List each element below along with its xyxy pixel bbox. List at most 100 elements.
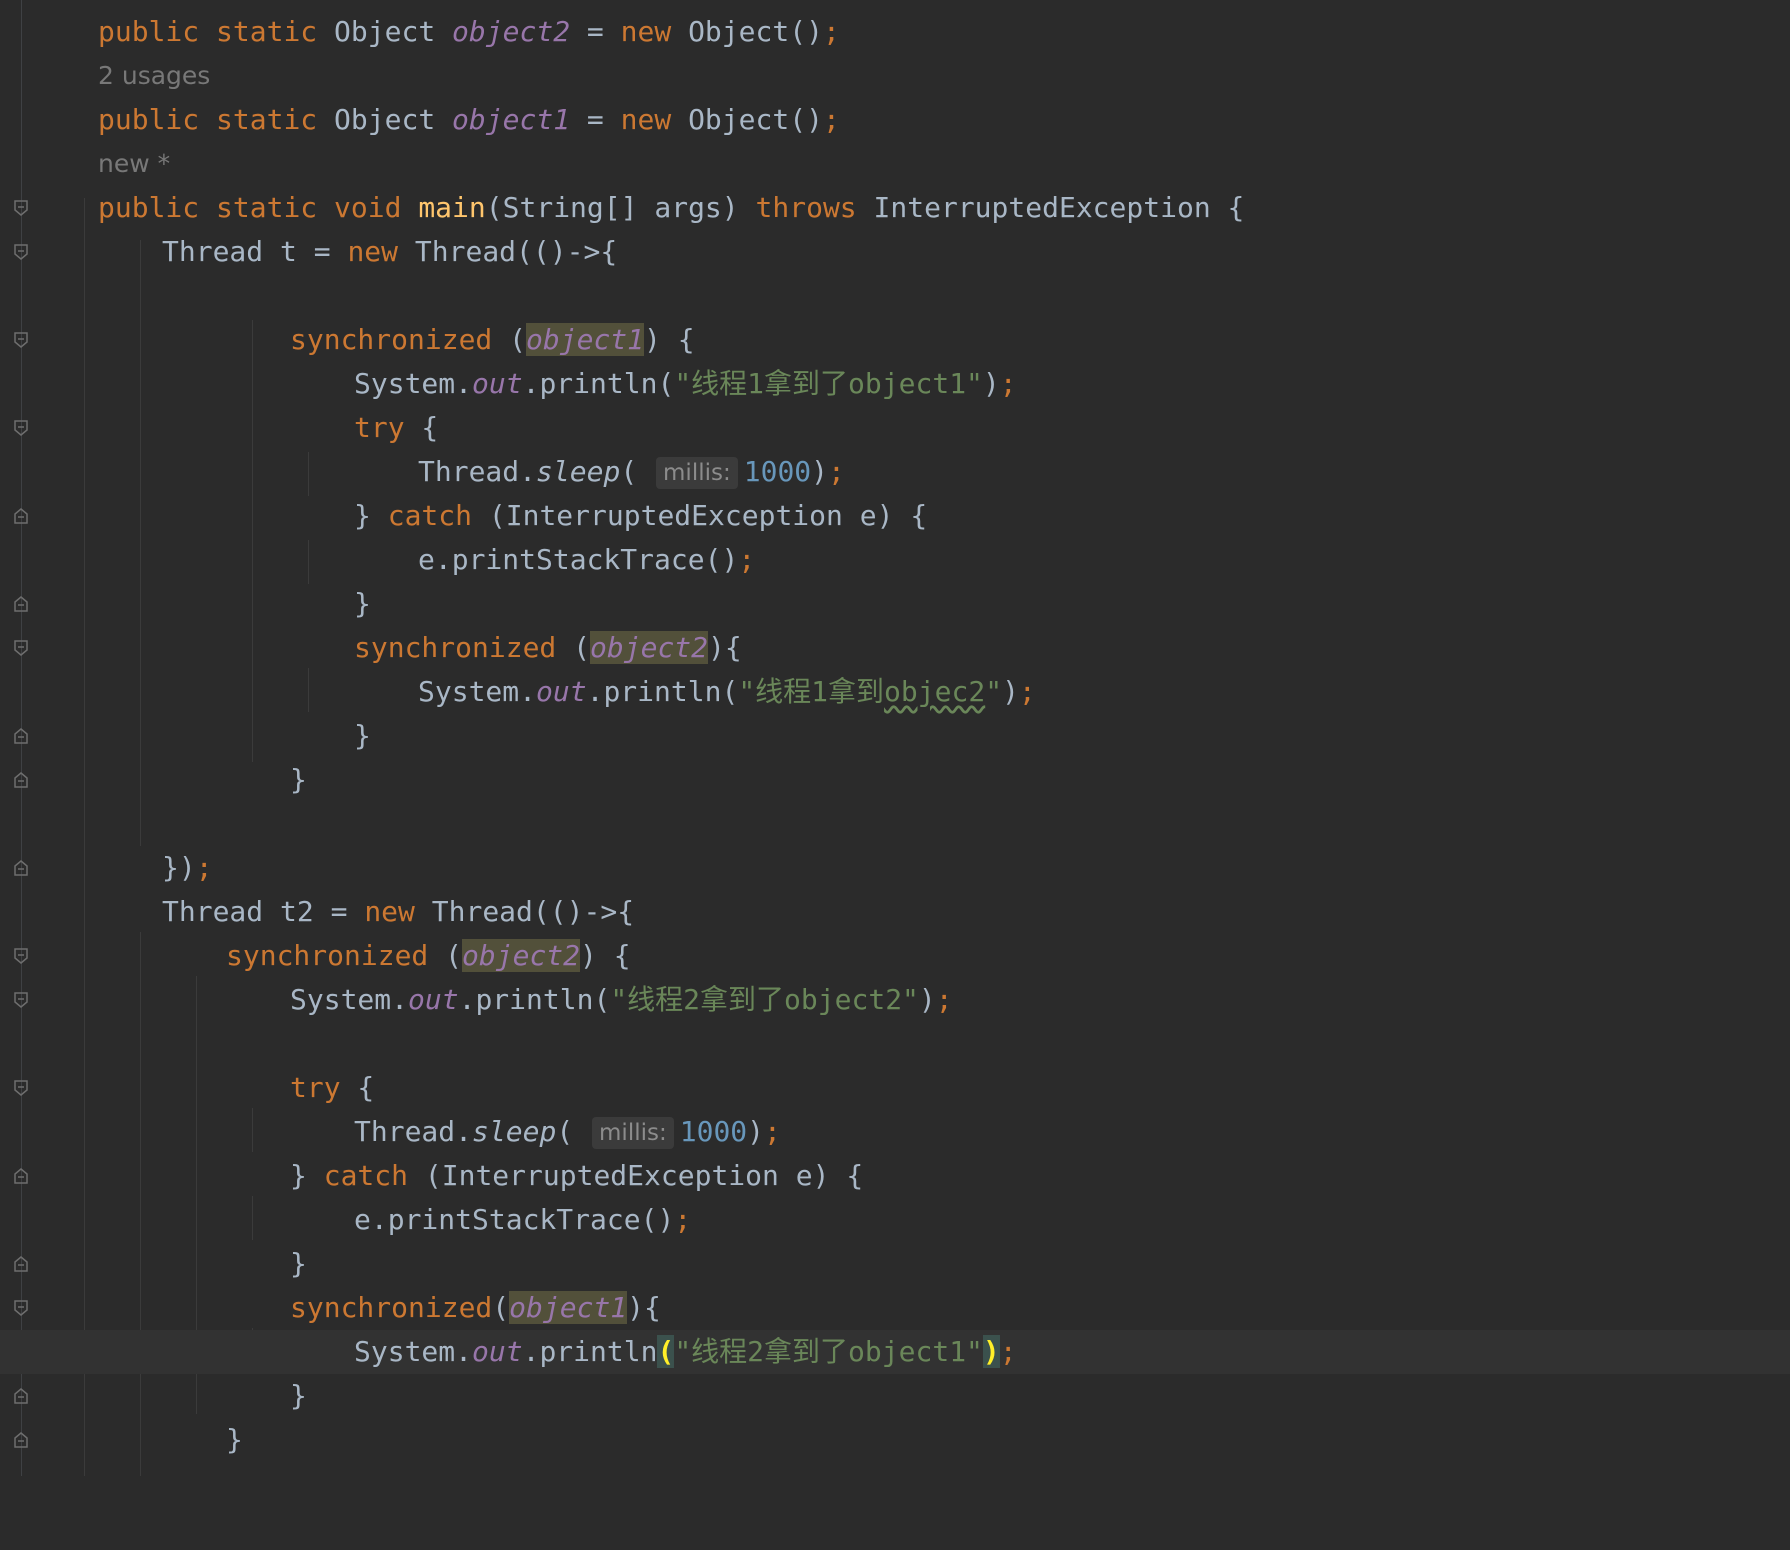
code-line[interactable]: System.out.println("线程1拿到objec2"); — [0, 670, 1790, 714]
code-line[interactable]: } — [0, 582, 1790, 626]
code-line[interactable]: } — [0, 714, 1790, 758]
method-println: println — [603, 675, 722, 708]
field-object2-decl[interactable]: object2 — [452, 15, 570, 48]
kw-new: new — [620, 15, 672, 48]
ref-object1[interactable]: object1 — [526, 323, 645, 356]
code-line[interactable]: } — [0, 1242, 1790, 1286]
kw-public: public — [98, 15, 200, 48]
method-println: println — [539, 367, 658, 400]
kw-static: static — [216, 103, 318, 136]
string-literal: "线程2拿到了object1" — [674, 1335, 983, 1368]
author-hint-line[interactable]: new * — [0, 142, 1790, 186]
usages-hint[interactable]: 2 usages — [98, 54, 210, 98]
code-line[interactable]: } catch (InterruptedException e) { — [0, 1154, 1790, 1198]
kw-throws: throws — [755, 191, 857, 224]
code-line[interactable]: } catch (InterruptedException e) { — [0, 494, 1790, 538]
ref-object1[interactable]: object1 — [509, 1291, 628, 1324]
code-line[interactable]: } — [0, 758, 1790, 802]
code-line[interactable]: Thread.sleep( millis: 1000); — [0, 450, 1790, 494]
kw-try: try — [290, 1071, 341, 1104]
code-line[interactable]: try { — [0, 406, 1790, 450]
type-interrupted-exception: InterruptedException — [505, 499, 843, 532]
ref-object2[interactable]: object2 — [462, 939, 581, 972]
method-sleep: sleep — [536, 455, 621, 488]
string-literal-end: " — [985, 675, 1003, 708]
code-line[interactable]: try { — [0, 1066, 1790, 1110]
kw-void: void — [334, 191, 402, 224]
code-line[interactable]: } — [0, 1374, 1790, 1418]
field-object1-decl[interactable]: object1 — [452, 103, 570, 136]
string-literal: "线程2拿到了object2" — [610, 983, 919, 1016]
field-out: out — [472, 1335, 523, 1368]
kw-new: new — [364, 895, 415, 928]
string-literal: "线程1拿到了object1" — [674, 367, 983, 400]
matched-paren-close: ) — [982, 1335, 1000, 1368]
code-line[interactable]: System.out.println("线程2拿到了object2"); — [0, 978, 1790, 1022]
kw-catch: catch — [323, 1159, 409, 1192]
type-thread: Thread — [162, 895, 264, 928]
code-line[interactable]: System.out.println("线程1拿到了object1"); — [0, 362, 1790, 406]
var-t: t — [280, 235, 297, 268]
code-line[interactable]: synchronized (object2){ — [0, 626, 1790, 670]
code-line[interactable]: synchronized (object1) { — [0, 318, 1790, 362]
type-object: Object — [688, 15, 790, 48]
string-literal: "线程1拿到 — [738, 675, 885, 708]
code-line[interactable]: public static void main(String[] args) t… — [0, 186, 1790, 230]
param-args: args — [654, 191, 722, 224]
kw-try: try — [354, 411, 405, 444]
kw-new: new — [347, 235, 399, 268]
code-line[interactable]: synchronized (object2) { — [0, 934, 1790, 978]
ref-object2[interactable]: object2 — [590, 631, 709, 664]
kw-synchronized: synchronized — [226, 939, 429, 972]
field-out: out — [408, 983, 459, 1016]
number-literal: 1000 — [743, 455, 812, 488]
kw-synchronized: synchronized — [290, 323, 493, 356]
current-line[interactable]: System.out.println("线程2拿到了object1"); — [0, 1330, 1790, 1374]
usages-hint-line[interactable]: 2 usages — [0, 54, 1790, 98]
type-system: System — [290, 983, 392, 1016]
matched-paren-open: ( — [657, 1335, 675, 1368]
code-line[interactable]: }); — [0, 846, 1790, 890]
method-sleep: sleep — [472, 1115, 557, 1148]
kw-synchronized: synchronized — [354, 631, 557, 664]
number-literal: 1000 — [679, 1115, 748, 1148]
var-e: e — [354, 1203, 371, 1236]
kw-catch: catch — [387, 499, 473, 532]
code-editor[interactable]: public static Object object2 = new Objec… — [0, 0, 1790, 1476]
field-out: out — [536, 675, 587, 708]
code-line[interactable]: public static Object object2 = new Objec… — [0, 10, 1790, 54]
code-line[interactable]: e.printStackTrace(); — [0, 538, 1790, 582]
type-interrupted-exception: InterruptedException — [441, 1159, 779, 1192]
type-object: Object — [334, 103, 436, 136]
type-thread: Thread — [162, 235, 264, 268]
method-println: println — [539, 1335, 658, 1368]
kw-static: static — [216, 15, 318, 48]
code-line[interactable]: } — [0, 1418, 1790, 1462]
code-line[interactable]: synchronized(object1){ — [0, 1286, 1790, 1330]
code-line[interactable]: public static Object object1 = new Objec… — [0, 98, 1790, 142]
code-line[interactable]: e.printStackTrace(); — [0, 1198, 1790, 1242]
method-main[interactable]: main — [418, 191, 485, 224]
method-print-stack-trace: printStackTrace — [387, 1203, 641, 1236]
type-thread: Thread — [354, 1115, 456, 1148]
kw-static: static — [216, 191, 318, 224]
new-marker-hint[interactable]: new * — [98, 142, 170, 186]
type-system: System — [354, 1335, 456, 1368]
type-thread: Thread — [431, 895, 533, 928]
type-interrupted-exception: InterruptedException — [873, 191, 1211, 224]
var-e: e — [418, 543, 435, 576]
var-t2: t2 — [280, 895, 314, 928]
kw-new: new — [620, 103, 672, 136]
type-object: Object — [334, 15, 436, 48]
code-line[interactable]: Thread.sleep( millis: 1000); — [0, 1110, 1790, 1154]
typo-warning[interactable]: objec2 — [884, 675, 985, 708]
code-line[interactable]: Thread t = new Thread(()->{ — [0, 230, 1790, 274]
code-line[interactable]: Thread t2 = new Thread(()->{ — [0, 890, 1790, 934]
kw-synchronized: synchronized — [290, 1291, 493, 1324]
kw-public: public — [98, 191, 200, 224]
param-hint-millis: millis: — [592, 1117, 674, 1149]
type-system: System — [418, 675, 520, 708]
field-out: out — [472, 367, 523, 400]
type-system: System — [354, 367, 456, 400]
type-thread: Thread — [418, 455, 520, 488]
